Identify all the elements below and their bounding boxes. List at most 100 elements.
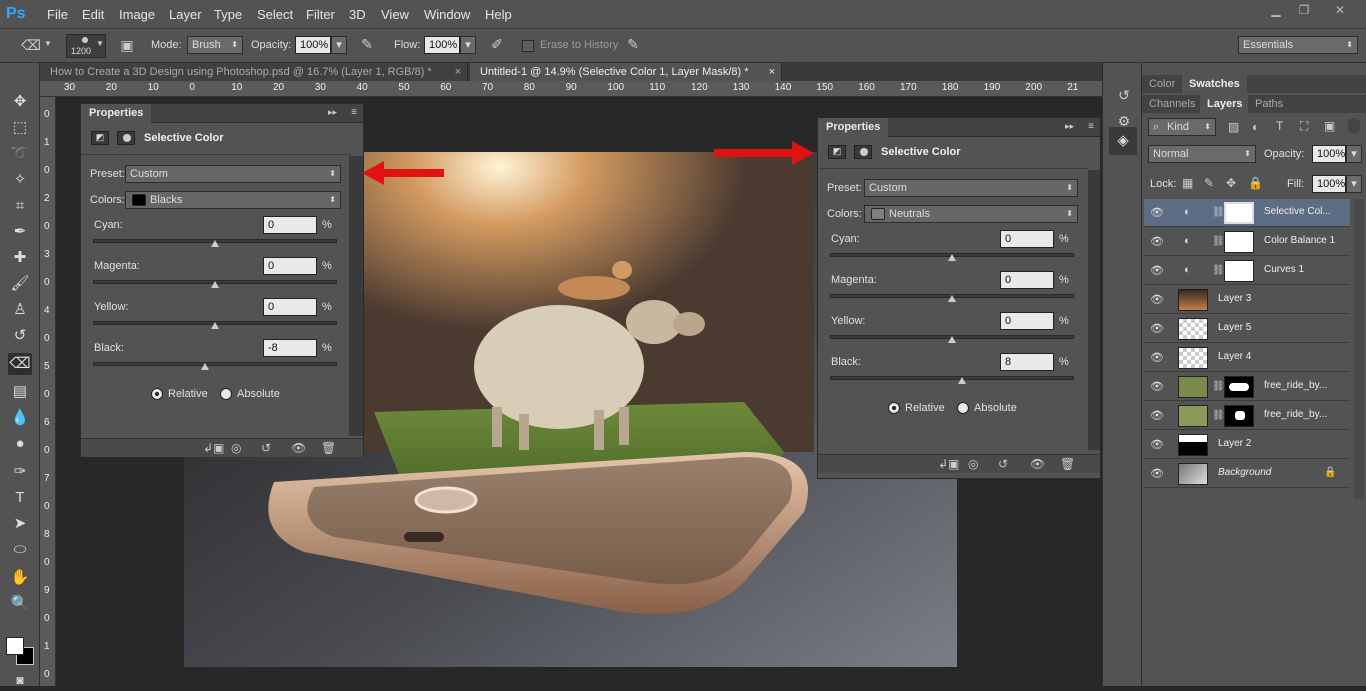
minimize-icon[interactable]: ▁ bbox=[1262, 2, 1290, 18]
reset-icon[interactable]: ↺ bbox=[998, 457, 1008, 471]
hand-tool-icon[interactable]: ✋ bbox=[8, 567, 32, 589]
menu-edit[interactable]: Edit bbox=[82, 7, 104, 22]
crop-tool-icon[interactable]: ⌗ bbox=[8, 195, 32, 217]
lock-position-icon[interactable]: ✥ bbox=[1226, 176, 1236, 190]
preset-select[interactable]: Custom ⬍ bbox=[125, 165, 341, 183]
eyedropper-tool-icon[interactable]: ✒ bbox=[8, 221, 32, 243]
close-icon[interactable]: × bbox=[455, 63, 461, 81]
menu-view[interactable]: View bbox=[381, 7, 409, 22]
airbrush-icon[interactable]: ✐ bbox=[486, 36, 508, 53]
magenta-slider-thumb[interactable] bbox=[211, 281, 219, 288]
layer-row[interactable]: 👁 Layer 3 bbox=[1144, 286, 1350, 314]
layer-mask-thumbnail[interactable] bbox=[1224, 376, 1254, 398]
layer-thumbnail[interactable] bbox=[1178, 405, 1208, 427]
visibility-eye-icon[interactable]: 👁 bbox=[1150, 467, 1164, 481]
chevron-down-icon[interactable]: ▼ bbox=[44, 39, 52, 48]
eraser-tool-icon[interactable]: ⌫ bbox=[8, 353, 32, 375]
close-icon[interactable]: ✕ bbox=[1322, 2, 1358, 18]
clone-stamp-tool-icon[interactable]: ♙ bbox=[8, 299, 32, 321]
lock-transparent-icon[interactable]: ▦ bbox=[1182, 176, 1193, 190]
pressure-opacity-icon[interactable]: ✎ bbox=[356, 36, 378, 53]
absolute-radio[interactable] bbox=[220, 388, 232, 400]
tab-layers[interactable]: Layers bbox=[1200, 95, 1250, 113]
clip-to-layer-icon[interactable]: ↲▣ bbox=[203, 441, 224, 455]
flow-dropdown[interactable]: ▾ bbox=[460, 36, 476, 54]
colors-select[interactable]: Neutrals ⬍ bbox=[864, 205, 1078, 223]
layer-thumbnail[interactable] bbox=[1178, 376, 1208, 398]
marquee-tool-icon[interactable]: ⬚ bbox=[8, 117, 32, 139]
close-icon[interactable]: × bbox=[769, 63, 775, 81]
cyan-input[interactable]: 0 bbox=[263, 216, 317, 234]
yellow-slider-thumb[interactable] bbox=[211, 322, 219, 329]
history-brush-tool-icon[interactable]: ↺ bbox=[8, 325, 32, 347]
3d-panel-icon[interactable]: ◈ bbox=[1109, 127, 1137, 155]
filter-adjustment-icon[interactable]: ◐ bbox=[1252, 120, 1259, 134]
link-chain-icon[interactable]: ⛓ bbox=[1212, 381, 1225, 392]
move-tool-icon[interactable]: ✥ bbox=[8, 91, 32, 113]
visibility-eye-icon[interactable]: 👁 bbox=[1150, 206, 1164, 220]
link-chain-icon[interactable]: ⛓ bbox=[1212, 236, 1225, 247]
black-slider-track[interactable] bbox=[830, 376, 1074, 380]
adjustment-icon[interactable]: ◩ bbox=[828, 145, 846, 159]
magenta-input[interactable]: 0 bbox=[1000, 271, 1054, 289]
history-panel-icon[interactable]: ↺ bbox=[1113, 87, 1135, 109]
flow-input[interactable]: 100% bbox=[424, 36, 460, 54]
link-chain-icon[interactable]: ⛓ bbox=[1212, 265, 1225, 276]
layer-thumbnail[interactable] bbox=[1178, 289, 1208, 311]
visibility-eye-icon[interactable]: 👁 bbox=[1030, 457, 1045, 471]
colors-select[interactable]: Blacks ⬍ bbox=[125, 191, 341, 209]
menu-help[interactable]: Help bbox=[485, 7, 512, 22]
tab-doc-3d-design[interactable]: How to Create a 3D Design using Photosho… bbox=[40, 63, 468, 81]
menu-select[interactable]: Select bbox=[257, 7, 293, 22]
lock-pixels-icon[interactable]: ✎ bbox=[1204, 176, 1214, 190]
magenta-slider-thumb[interactable] bbox=[948, 295, 956, 302]
menu-3d[interactable]: 3D bbox=[349, 7, 366, 22]
visibility-eye-icon[interactable]: 👁 bbox=[1150, 264, 1164, 278]
layer-thumbnail[interactable] bbox=[1178, 463, 1208, 485]
tab-swatches[interactable]: Swatches bbox=[1182, 75, 1247, 93]
panel-menu-icon[interactable]: ≡ bbox=[1088, 121, 1094, 132]
cyan-input[interactable]: 0 bbox=[1000, 230, 1054, 248]
black-slider-track[interactable] bbox=[93, 362, 337, 366]
clip-to-layer-icon[interactable]: ↲▣ bbox=[938, 457, 959, 471]
link-chain-icon[interactable]: ⛓ bbox=[1212, 207, 1225, 218]
dodge-tool-icon[interactable]: ● bbox=[8, 433, 32, 455]
panel-scrollbar[interactable] bbox=[349, 156, 363, 436]
link-chain-icon[interactable]: ⛓ bbox=[1212, 410, 1225, 421]
menu-type[interactable]: Type bbox=[214, 7, 242, 22]
yellow-input[interactable]: 0 bbox=[1000, 312, 1054, 330]
menu-window[interactable]: Window bbox=[424, 7, 470, 22]
mask-icon[interactable] bbox=[117, 131, 135, 145]
layer-row[interactable]: 👁 Layer 2 bbox=[1144, 431, 1350, 459]
delete-trash-icon[interactable]: 🗑 bbox=[1060, 457, 1075, 471]
mode-select[interactable]: Brush ⬍ bbox=[187, 36, 243, 54]
visibility-eye-icon[interactable]: 👁 bbox=[1150, 351, 1164, 365]
visibility-eye-icon[interactable]: 👁 bbox=[1150, 409, 1164, 423]
layer-opacity-dropdown[interactable]: ▾ bbox=[1346, 145, 1362, 163]
ellipse-tool-icon[interactable]: ⬭ bbox=[8, 539, 32, 561]
lock-all-icon[interactable]: 🔒 bbox=[1248, 176, 1263, 190]
gradient-tool-icon[interactable]: ▤ bbox=[8, 381, 32, 403]
visibility-eye-icon[interactable]: 👁 bbox=[291, 441, 306, 455]
healing-brush-tool-icon[interactable]: ✚ bbox=[8, 247, 32, 269]
pressure-size-icon[interactable]: ✎ bbox=[622, 36, 644, 53]
filter-smart-object-icon[interactable]: ▣ bbox=[1324, 119, 1335, 133]
visibility-eye-icon[interactable]: 👁 bbox=[1150, 322, 1164, 336]
tab-color[interactable]: Color bbox=[1142, 75, 1183, 93]
visibility-eye-icon[interactable]: 👁 bbox=[1150, 380, 1164, 394]
layer-opacity-input[interactable]: 100% bbox=[1312, 145, 1346, 163]
layer-row[interactable]: 👁 ⛓ free_ride_by... bbox=[1144, 402, 1350, 430]
panel-scrollbar[interactable] bbox=[1088, 170, 1100, 450]
path-select-tool-icon[interactable]: ➤ bbox=[8, 513, 32, 535]
eraser-tool-preset-icon[interactable]: ⌫ bbox=[20, 37, 42, 54]
layer-thumbnail[interactable] bbox=[1178, 318, 1208, 340]
visibility-eye-icon[interactable]: 👁 bbox=[1150, 235, 1164, 249]
zoom-tool-icon[interactable]: 🔍 bbox=[8, 593, 32, 615]
blend-mode-select[interactable]: Normal ⬍ bbox=[1148, 145, 1256, 163]
blur-tool-icon[interactable]: 💧 bbox=[8, 407, 32, 429]
menu-filter[interactable]: Filter bbox=[306, 7, 335, 22]
black-input[interactable]: 8 bbox=[1000, 353, 1054, 371]
layer-mask-thumbnail[interactable] bbox=[1224, 202, 1254, 224]
layer-mask-thumbnail[interactable] bbox=[1224, 405, 1254, 427]
relative-radio[interactable] bbox=[151, 388, 163, 400]
